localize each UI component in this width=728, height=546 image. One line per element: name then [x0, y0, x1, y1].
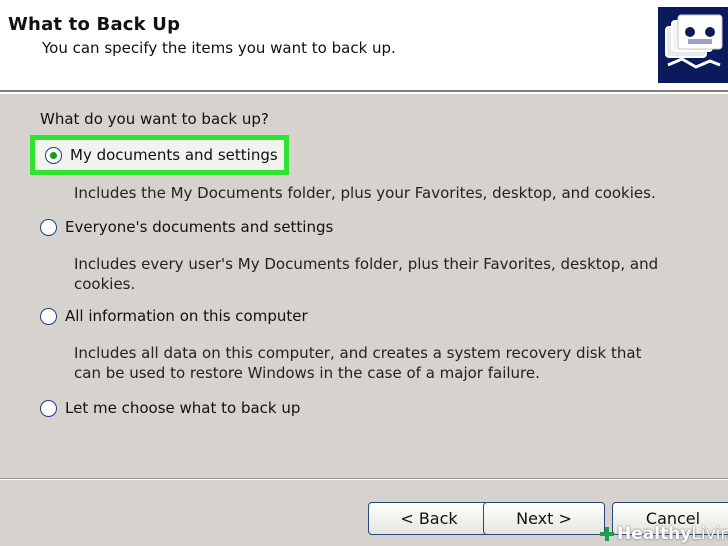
option-description-line: can be used to restore Windows in the ca… — [74, 364, 540, 382]
option-all-information[interactable]: All information on this computer — [40, 307, 308, 325]
option-let-me-choose[interactable]: Let me choose what to back up — [40, 399, 300, 417]
option-description-line: Includes every user's My Documents folde… — [74, 255, 659, 273]
option-description-line: Includes all data on this computer, and … — [74, 344, 642, 362]
header-separator — [0, 90, 728, 94]
option-label: All information on this computer — [65, 307, 308, 325]
footer-separator — [0, 478, 728, 480]
option-label: Let me choose what to back up — [65, 399, 301, 417]
option-description: Includes the My Documents folder, plus y… — [74, 184, 656, 202]
option-everyones-documents[interactable]: Everyone's documents and settings — [40, 218, 333, 236]
option-label: My documents and settings — [70, 146, 278, 164]
watermark-logo: Healthy Living — [600, 524, 728, 544]
wizard-header: What to Back Up You can specify the item… — [0, 0, 728, 90]
watermark-text-light: Living — [691, 524, 728, 544]
back-button[interactable]: < Back — [368, 502, 490, 535]
backup-question: What do you want to back up? — [40, 110, 269, 128]
radio-unselected-icon[interactable] — [40, 218, 57, 236]
backup-tape-icon — [658, 7, 728, 83]
next-button[interactable]: Next > — [483, 502, 605, 535]
radio-unselected-icon[interactable] — [40, 399, 57, 417]
option-my-documents[interactable]: My documents and settings — [30, 135, 289, 175]
page-subtitle: You can specify the items you want to ba… — [42, 39, 396, 57]
option-label: Everyone's documents and settings — [65, 218, 334, 236]
watermark-text-bold: Healthy — [617, 524, 692, 544]
page-title: What to Back Up — [8, 14, 181, 35]
option-description-line: cookies. — [74, 275, 136, 293]
radio-selected-icon[interactable] — [45, 146, 62, 164]
radio-unselected-icon[interactable] — [40, 307, 57, 325]
plus-icon — [600, 527, 614, 541]
